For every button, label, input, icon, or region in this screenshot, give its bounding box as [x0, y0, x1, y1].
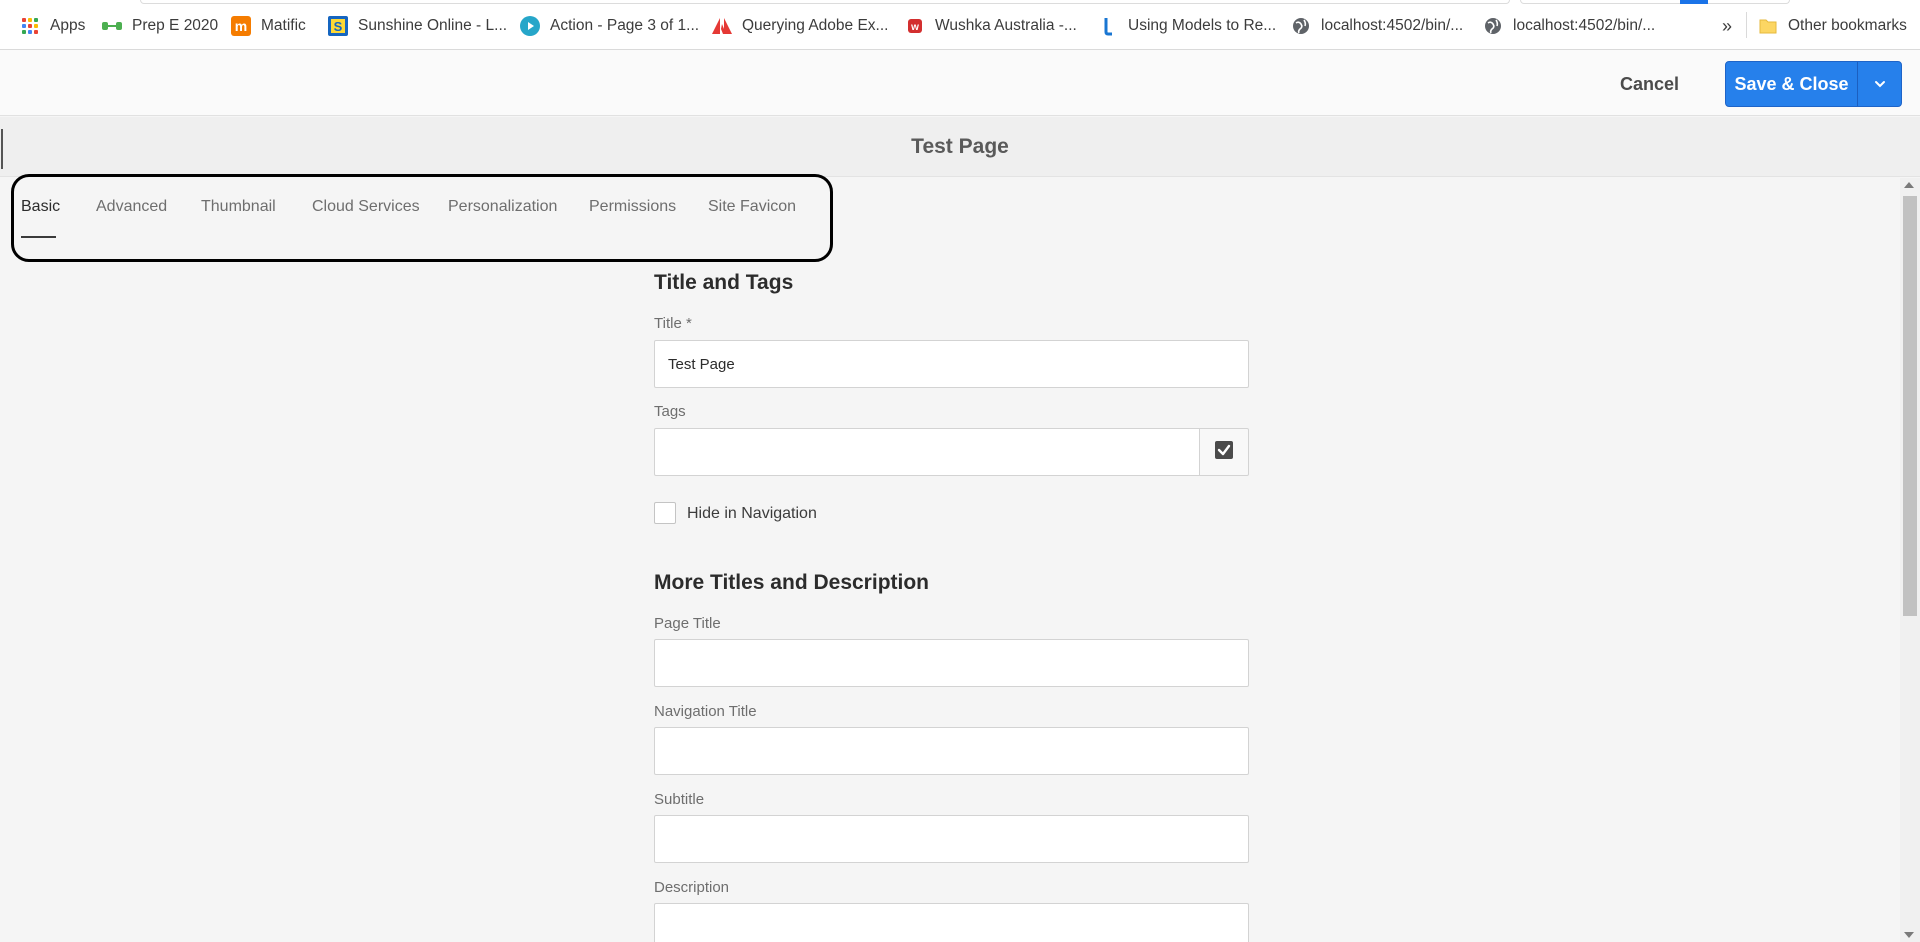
page-title-label: Page Title: [654, 615, 721, 632]
bookmark-label: localhost:4502/bin/...: [1513, 17, 1656, 34]
bookmark-label: Using Models to Re...: [1128, 17, 1277, 34]
page-title-bar: Test Page: [0, 117, 1920, 177]
models-icon: [1098, 16, 1118, 36]
bookmarks-divider: [1746, 12, 1747, 38]
play-icon: [520, 16, 540, 36]
section-heading-title-tags: Title and Tags: [654, 271, 794, 294]
save-close-label: Save & Close: [1734, 73, 1849, 94]
scroll-up-arrow-icon[interactable]: [1904, 182, 1914, 188]
svg-text:w: w: [910, 22, 919, 33]
bookmark-label: Action - Page 3 of 1...: [550, 17, 700, 34]
description-label: Description: [654, 879, 730, 896]
wushka-icon: w: [905, 16, 925, 36]
bookmark-localhost-2[interactable]: localhost:4502/bin/...: [1483, 14, 1655, 38]
chevron-down-icon[interactable]: [1858, 80, 1901, 88]
hide-in-navigation-checkbox[interactable]: [654, 502, 676, 524]
navigation-title-input[interactable]: [654, 727, 1249, 775]
bookmarks-bar: Apps Prep E 2020 m Matific S Sunshine On…: [0, 0, 1920, 50]
bookmark-label: localhost:4502/bin/...: [1321, 17, 1464, 34]
scrollbar-thumb[interactable]: [1903, 196, 1917, 616]
apps-grid-icon: [20, 16, 40, 36]
other-bookmarks-folder[interactable]: Other bookmarks: [1758, 14, 1907, 38]
title-input[interactable]: Test Page: [654, 340, 1249, 388]
section-heading-more-titles: More Titles and Description: [654, 571, 929, 594]
svg-text:m: m: [235, 18, 247, 34]
tag-picker-button[interactable]: [1199, 428, 1249, 476]
globe-icon: [1291, 16, 1311, 36]
matific-icon: m: [231, 16, 251, 36]
adobe-icon: [712, 16, 732, 36]
page-title-input[interactable]: [654, 639, 1249, 687]
dialog-toolbar: Cancel Save & Close: [0, 50, 1920, 116]
globe-icon: [1483, 16, 1503, 36]
tab-permissions[interactable]: Permissions: [589, 198, 676, 216]
bookmark-label: Prep E 2020: [132, 17, 219, 34]
bookmark-prep[interactable]: Prep E 2020: [102, 14, 218, 38]
checkbox-checked-icon: [1214, 440, 1234, 465]
other-bookmarks-label: Other bookmarks: [1788, 17, 1907, 34]
save-close-button[interactable]: Save & Close: [1725, 61, 1902, 107]
bookmark-label: Wushka Australia -...: [935, 17, 1077, 34]
bookmark-label: Sunshine Online - L...: [358, 17, 508, 34]
prep-icon: [102, 16, 122, 36]
svg-text:S: S: [334, 19, 343, 34]
page-title: Test Page: [911, 135, 1009, 158]
title-label: Title *: [654, 315, 692, 332]
bookmarks-overflow-button[interactable]: »: [1722, 14, 1732, 38]
tab-personalization[interactable]: Personalization: [448, 198, 557, 216]
sunshine-icon: S: [328, 16, 348, 36]
cancel-button[interactable]: Cancel: [1620, 74, 1679, 95]
bookmark-models[interactable]: Using Models to Re...: [1098, 14, 1276, 38]
bookmark-localhost-1[interactable]: localhost:4502/bin/...: [1291, 14, 1463, 38]
bookmark-adobe[interactable]: Querying Adobe Ex...: [712, 14, 888, 38]
scroll-down-arrow-icon[interactable]: [1904, 932, 1914, 938]
address-bar-edge: [140, 0, 1510, 4]
tags-input[interactable]: [654, 428, 1200, 476]
active-tab-indicator: [21, 236, 56, 238]
tab-site-favicon[interactable]: Site Favicon: [708, 198, 796, 216]
bookmark-apps[interactable]: Apps: [20, 14, 85, 38]
tabs-highlight-outline: [11, 174, 833, 262]
tab-cloud-services[interactable]: Cloud Services: [312, 198, 420, 216]
hide-in-navigation-label: Hide in Navigation: [687, 505, 817, 522]
new-badge: [1680, 0, 1708, 4]
bookmark-label: Matific: [261, 17, 306, 34]
bookmark-wushka[interactable]: w Wushka Australia -...: [905, 14, 1077, 38]
bookmark-label: Querying Adobe Ex...: [742, 17, 889, 34]
overflow-chevrons-icon: »: [1722, 15, 1733, 36]
tab-advanced[interactable]: Advanced: [96, 198, 167, 216]
bookmark-action[interactable]: Action - Page 3 of 1...: [520, 14, 699, 38]
subtitle-label: Subtitle: [654, 791, 705, 808]
bookmark-matific[interactable]: m Matific: [231, 14, 306, 38]
bookmark-label: Apps: [50, 17, 86, 34]
tab-thumbnail[interactable]: Thumbnail: [201, 198, 276, 216]
extension-area-edge: [1520, 0, 1790, 4]
description-textarea[interactable]: [654, 903, 1249, 942]
tags-label: Tags: [654, 403, 686, 420]
navigation-title-label: Navigation Title: [654, 703, 757, 720]
folder-icon: [1758, 16, 1778, 36]
bookmark-sunshine[interactable]: S Sunshine Online - L...: [328, 14, 507, 38]
subtitle-input[interactable]: [654, 815, 1249, 863]
tab-basic[interactable]: Basic: [21, 198, 60, 216]
